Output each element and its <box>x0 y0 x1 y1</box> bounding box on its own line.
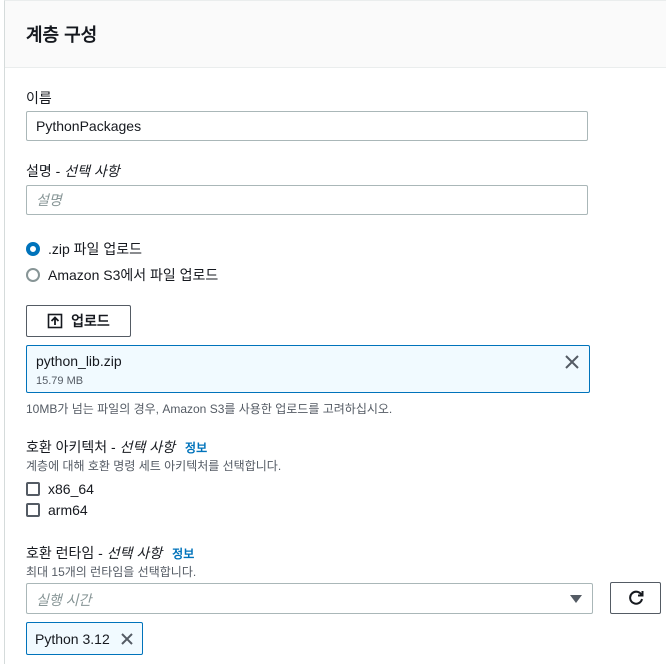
label-separator: - <box>107 439 120 455</box>
caret-down-icon <box>570 595 582 603</box>
radio-zip-upload[interactable]: .zip 파일 업로드 <box>26 239 142 259</box>
checkbox-box[interactable] <box>26 503 40 517</box>
optional-suffix: 선택 사항 <box>64 163 120 179</box>
upload-button-label: 업로드 <box>71 313 110 329</box>
label-separator: - <box>51 163 65 179</box>
runtime-select-placeholder: 실행 시간 <box>36 592 92 608</box>
runtime-token-label: Python 3.12 <box>35 630 110 647</box>
name-label: 이름 <box>26 90 52 106</box>
refresh-icon <box>628 590 643 605</box>
runtime-info-link[interactable]: 정보 <box>172 547 194 561</box>
close-icon[interactable] <box>564 354 580 370</box>
runtime-label: 호환 런타임 - 선택 사항 정보 <box>26 543 194 563</box>
description-label-text: 설명 <box>26 163 52 179</box>
architecture-label-text: 호환 아키텍처 <box>26 439 108 455</box>
checkbox-arm64-label: arm64 <box>48 502 88 518</box>
uploaded-file-card: python_lib.zip 15.79 MB <box>26 345 590 393</box>
radio-selected-icon[interactable] <box>26 242 40 256</box>
architecture-info-link[interactable]: 정보 <box>185 441 207 455</box>
checkbox-box[interactable] <box>26 482 40 496</box>
description-label: 설명 - 선택 사항 <box>26 161 120 181</box>
architecture-description: 계층에 대해 호환 명령 세트 아키텍처를 선택합니다. <box>26 459 282 473</box>
radio-s3-upload[interactable]: Amazon S3에서 파일 업로드 <box>26 265 218 285</box>
optional-suffix: 선택 사항 <box>106 545 163 561</box>
checkbox-x86_64-label: x86_64 <box>48 481 94 497</box>
refresh-button[interactable] <box>610 582 661 614</box>
description-input[interactable]: 설명 <box>26 185 588 215</box>
close-icon[interactable] <box>120 632 134 646</box>
checkbox-x86_64[interactable]: x86_64 <box>26 481 94 497</box>
upload-button[interactable]: 업로드 <box>26 305 131 337</box>
runtime-select[interactable]: 실행 시간 <box>26 583 593 614</box>
runtime-description: 최대 15개의 런타임을 선택합니다. <box>26 565 197 579</box>
upload-hint: 10MB가 넘는 파일의 경우, Amazon S3를 사용한 업로드를 고려하… <box>26 402 393 416</box>
runtime-label-text: 호환 런타임 <box>26 545 95 561</box>
upload-icon <box>47 313 63 329</box>
label-separator: - <box>94 545 107 561</box>
optional-suffix: 선택 사항 <box>119 439 176 455</box>
checkbox-arm64[interactable]: arm64 <box>26 502 88 518</box>
runtime-token: Python 3.12 <box>26 622 143 655</box>
panel-header: 계층 구성 <box>5 1 666 68</box>
file-size: 15.79 MB <box>36 375 84 387</box>
radio-unselected-icon[interactable] <box>26 268 40 282</box>
architecture-label: 호환 아키텍처 - 선택 사항 정보 <box>26 437 207 457</box>
name-input[interactable]: PythonPackages <box>26 111 588 141</box>
radio-s3-label: Amazon S3에서 파일 업로드 <box>48 267 219 283</box>
radio-zip-label: .zip 파일 업로드 <box>48 241 142 257</box>
file-name: python_lib.zip <box>36 353 122 369</box>
layer-config-panel: 계층 구성 이름 PythonPackages 설명 - 선택 사항 설명 .z… <box>4 0 666 664</box>
panel-title: 계층 구성 <box>26 25 98 45</box>
